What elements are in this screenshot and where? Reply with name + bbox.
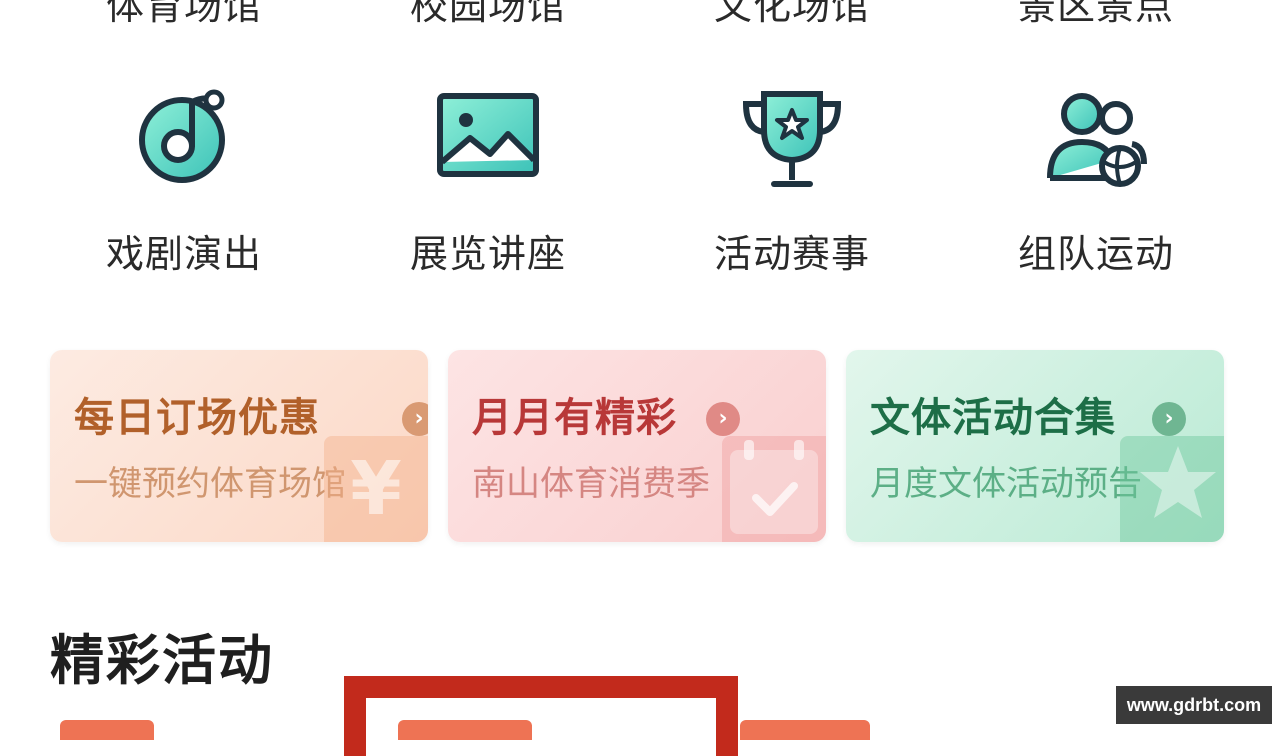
promo-card-subtitle: 一键预约体育场馆 xyxy=(74,464,346,504)
category-label-row: 戏剧演出 展览讲座 活动赛事 组队运动 xyxy=(0,224,1280,284)
category-drama-shows[interactable]: 戏剧演出 xyxy=(54,224,314,284)
category-campus-venues[interactable]: 校园场馆 xyxy=(358,0,618,34)
promo-card-monthly[interactable]: 月月有精彩 › 南山体育消费季 xyxy=(448,350,826,542)
activity-tag xyxy=(740,720,870,740)
promo-card-subtitle: 月度文体活动预告 xyxy=(870,464,1142,504)
music-note-icon[interactable] xyxy=(124,80,244,200)
category-exhibitions[interactable]: 展览讲座 xyxy=(358,224,618,284)
category-team-sports[interactable]: 组队运动 xyxy=(966,224,1226,284)
section-title: 精彩活动 xyxy=(50,629,274,692)
highlight-frame xyxy=(344,676,738,756)
picture-icon[interactable] xyxy=(428,80,548,200)
category-events[interactable]: 活动赛事 xyxy=(662,224,922,284)
category-icon-row xyxy=(0,80,1280,200)
activity-tag xyxy=(60,720,154,740)
trophy-icon[interactable] xyxy=(732,80,852,200)
promo-card-daily-booking[interactable]: 每日订场优惠 › 一键预约体育场馆 ¥ xyxy=(50,350,428,542)
team-icon[interactable] xyxy=(1036,80,1156,200)
chevron-right-icon[interactable]: › xyxy=(402,402,428,436)
category-scenic-spots[interactable]: 景区景点 xyxy=(966,0,1226,34)
star-icon xyxy=(1120,436,1224,542)
watermark: www.gdrbt.com xyxy=(1116,686,1272,724)
promo-card-title: 文体活动合集 xyxy=(870,395,1116,441)
calendar-check-icon xyxy=(722,436,826,542)
promo-card-title: 月月有精彩 xyxy=(472,395,677,441)
category-culture-venues[interactable]: 文化场馆 xyxy=(662,0,922,34)
chevron-right-icon[interactable]: › xyxy=(1152,402,1186,436)
svg-text:¥: ¥ xyxy=(350,446,402,532)
category-row-top: 体育场馆 校园场馆 文化场馆 景区景点 xyxy=(0,0,1280,34)
promo-card-title: 每日订场优惠 xyxy=(74,395,320,441)
promo-card-subtitle: 南山体育消费季 xyxy=(472,464,710,504)
chevron-right-icon[interactable]: › xyxy=(706,402,740,436)
promo-card-activities[interactable]: 文体活动合集 › 月度文体活动预告 xyxy=(846,350,1224,542)
activity-tag xyxy=(398,720,532,740)
yen-icon: ¥ xyxy=(324,436,428,542)
promo-cards: 每日订场优惠 › 一键预约体育场馆 ¥ 月月有精彩 › 南山体育消费季 文体活动… xyxy=(0,350,1280,544)
category-sports-venues[interactable]: 体育场馆 xyxy=(54,0,314,34)
